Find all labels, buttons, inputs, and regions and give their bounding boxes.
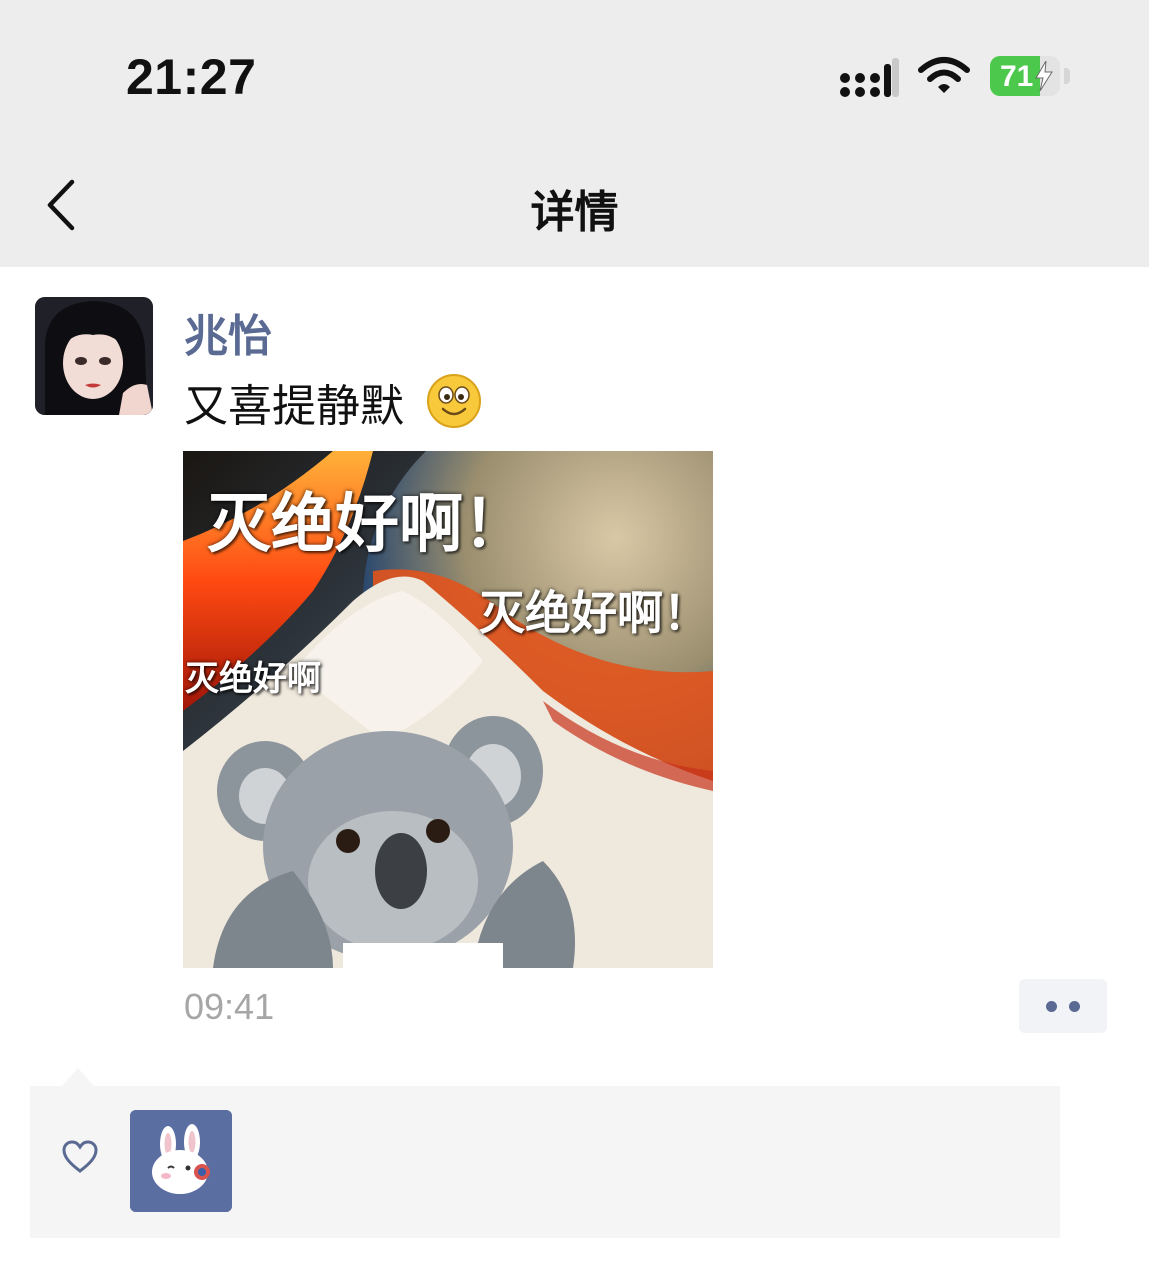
post-text: 又喜提静默	[184, 381, 404, 432]
more-actions-button[interactable]	[1019, 979, 1107, 1033]
battery-tip	[1064, 68, 1070, 84]
image-caption-3: 灭绝好啊	[185, 659, 321, 699]
smiling-face-icon	[427, 374, 481, 428]
image-caption-1: 灭绝好啊！	[207, 488, 527, 562]
wifi-icon	[918, 57, 970, 93]
status-time: 21:27	[126, 49, 257, 105]
likes-panel-pointer	[62, 1068, 94, 1086]
author-name[interactable]: 兆怡	[184, 300, 272, 364]
lightning-bolt-icon	[1035, 61, 1053, 91]
image-caption-2: 灭绝好啊！	[479, 586, 709, 640]
page-title: 详情	[530, 187, 619, 238]
post-image[interactable]: 灭绝好啊！ 灭绝好啊！ 灭绝好啊	[183, 451, 713, 968]
heart-outline-icon	[62, 1140, 98, 1173]
battery-indicator: 71	[990, 56, 1060, 96]
author-avatar[interactable]	[35, 297, 153, 415]
rabbit-avatar-icon	[130, 1110, 232, 1212]
post-timestamp: 09:41	[184, 986, 275, 1027]
liker-avatar[interactable]	[130, 1110, 232, 1212]
battery-percent: 71	[1000, 60, 1034, 93]
cellular-signal-icon	[840, 58, 899, 97]
